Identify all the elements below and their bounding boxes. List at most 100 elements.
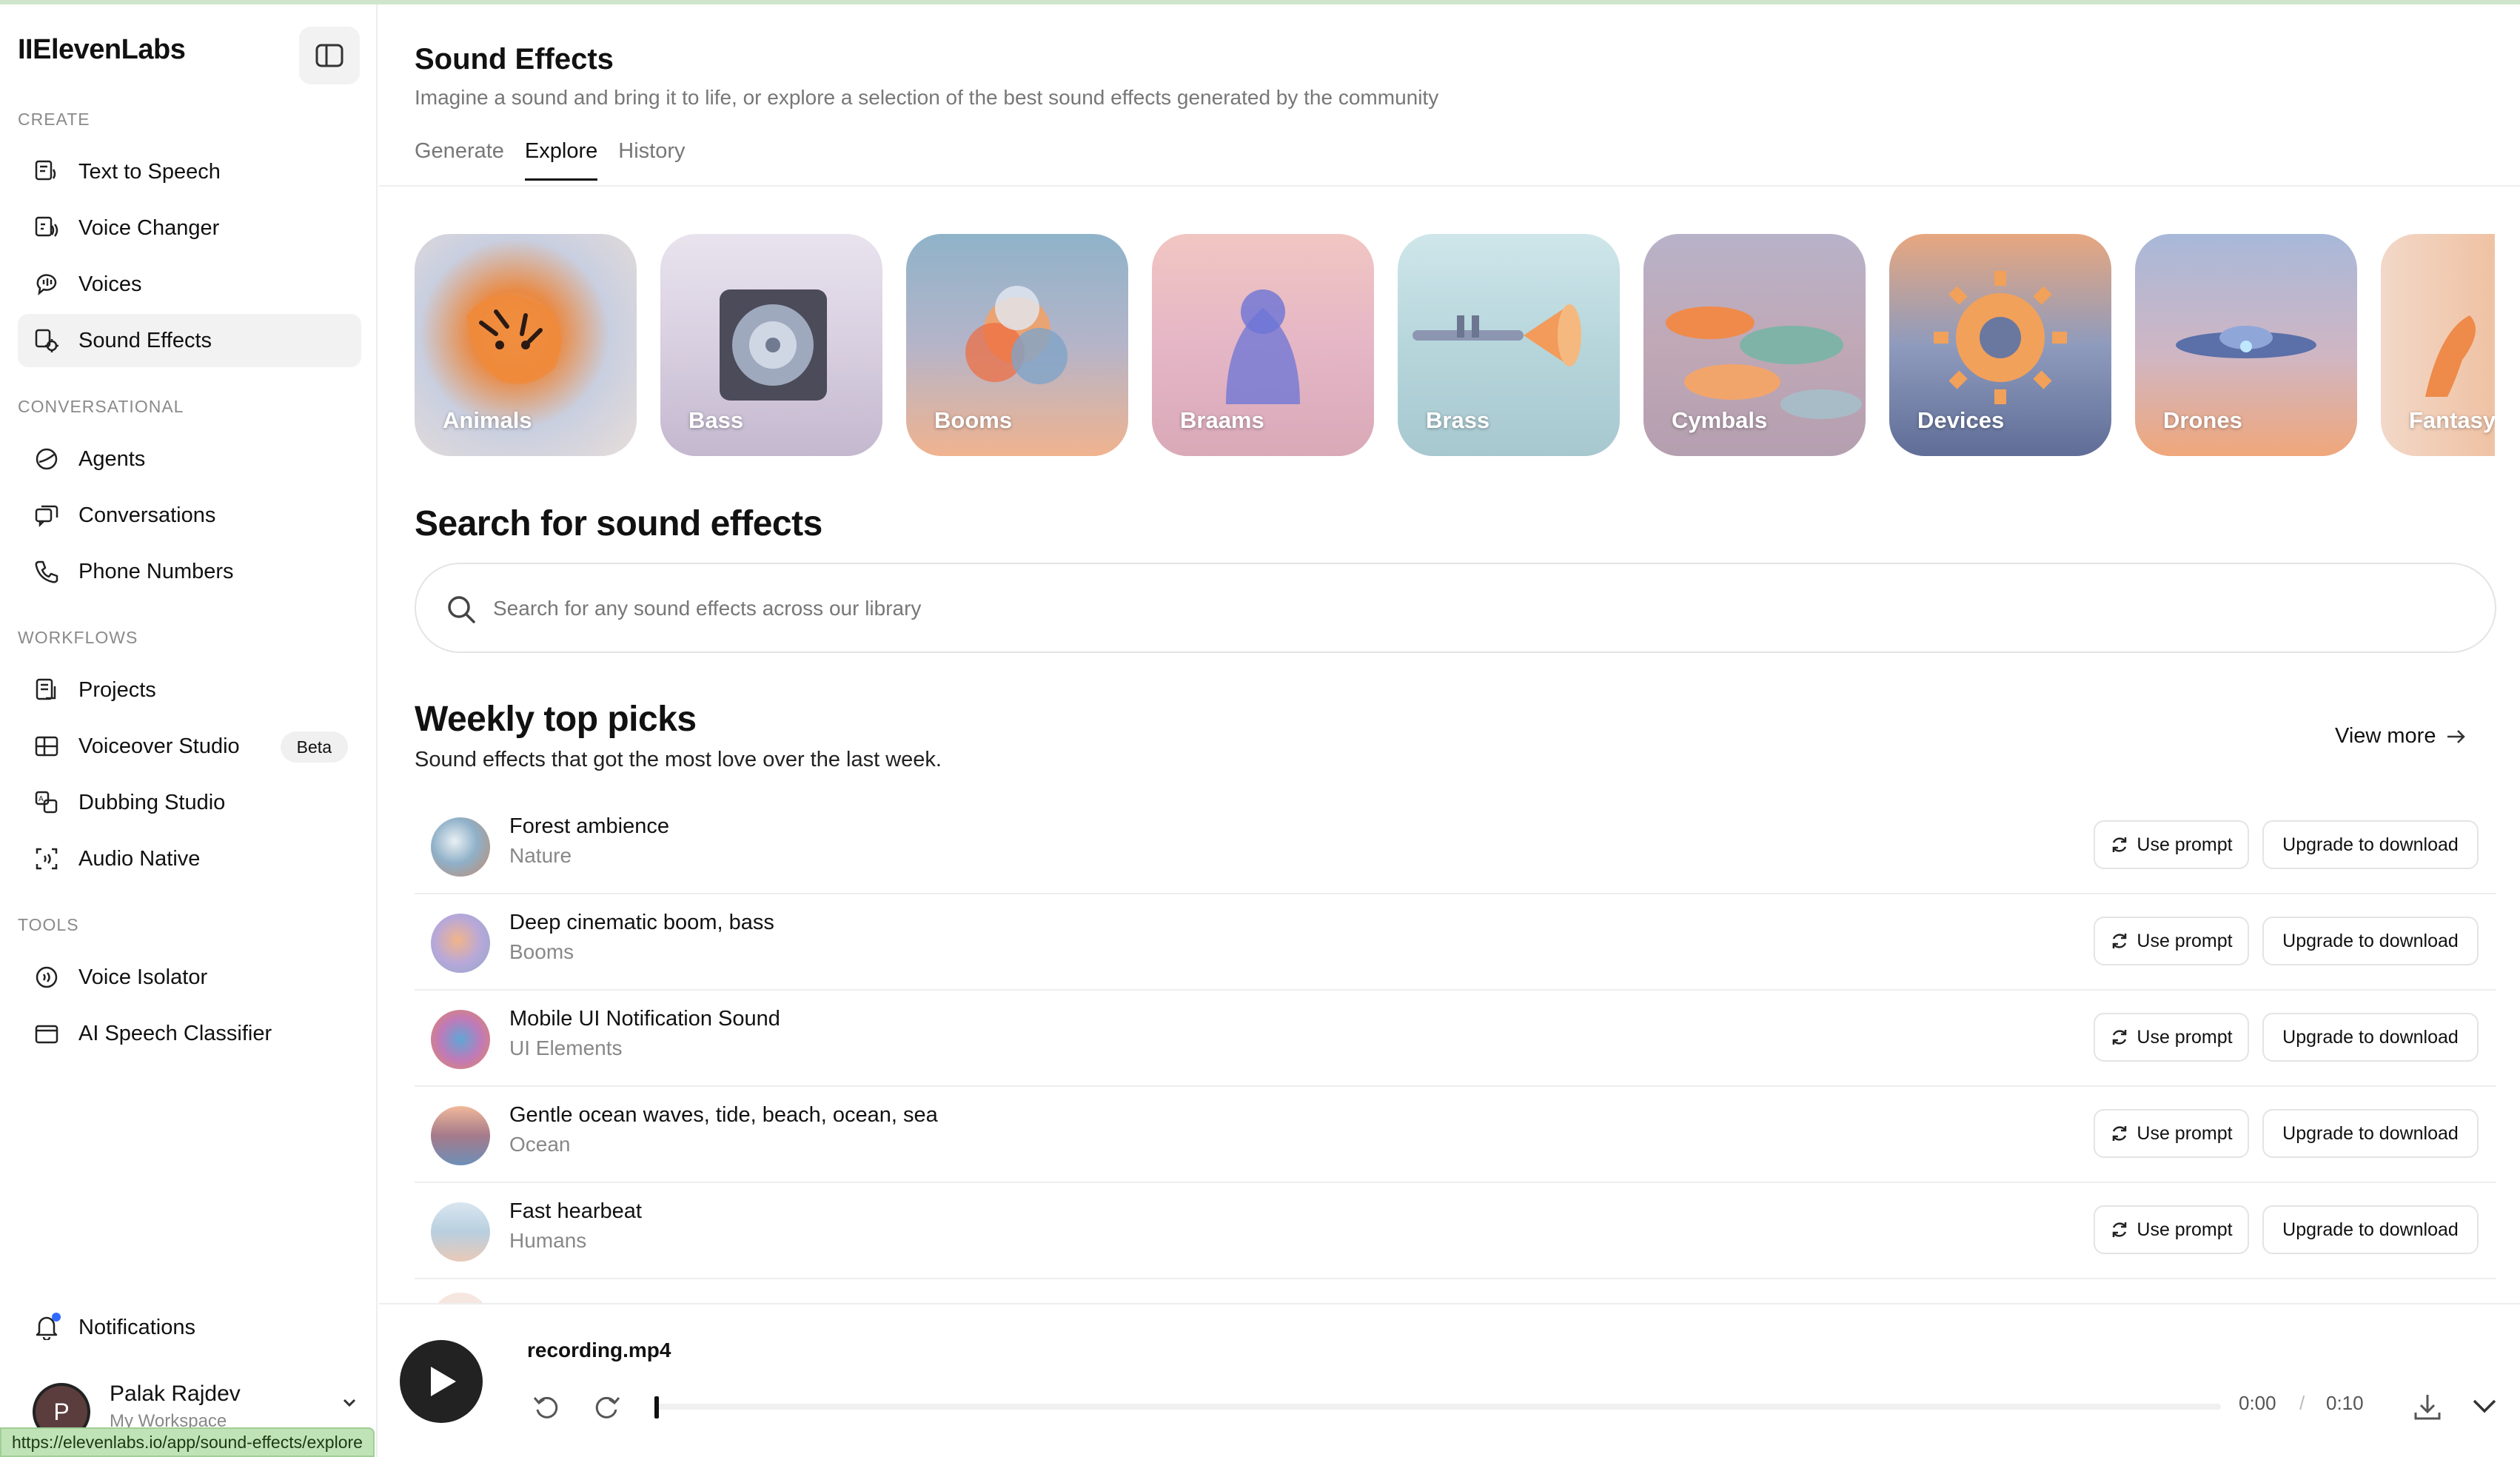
- refresh-icon: [2113, 837, 2127, 852]
- list-item[interactable]: Forest ambience Nature Use prompt Upgrad…: [415, 798, 2496, 894]
- upgrade-to-download-button[interactable]: Upgrade to download: [2262, 1013, 2479, 1062]
- text-to-speech-icon: [33, 158, 61, 186]
- top-loading-line: [0, 0, 2520, 4]
- search-icon: [448, 596, 475, 623]
- use-prompt-label: Use prompt: [2137, 834, 2233, 855]
- use-prompt-button[interactable]: Use prompt: [2094, 1013, 2249, 1062]
- sound-title: Forest ambience: [509, 814, 669, 838]
- sidebar-item-audio-native[interactable]: Audio Native: [18, 832, 361, 885]
- sidebar-item-label: Voices: [78, 272, 142, 296]
- rewind-10-icon[interactable]: [532, 1392, 561, 1421]
- weekly-top-picks-title: Weekly top picks: [415, 700, 697, 739]
- page-subtitle: Imagine a sound and bring it to life, or…: [415, 86, 1439, 109]
- upgrade-to-download-button[interactable]: Upgrade to download: [2262, 917, 2479, 965]
- use-prompt-button[interactable]: Use prompt: [2094, 1109, 2249, 1158]
- tabs-divider: [379, 185, 2520, 187]
- category-card-drones[interactable]: Drones: [2135, 234, 2357, 456]
- sidebar-item-label: Phone Numbers: [78, 559, 234, 583]
- category-card-animals[interactable]: Animals: [415, 234, 637, 456]
- list-item[interactable]: Deep cinematic boom, bass Booms Use prom…: [415, 894, 2496, 991]
- sidebar-item-voices[interactable]: Voices: [18, 258, 361, 311]
- chevron-down-icon: [343, 1399, 356, 1407]
- sidebar-item-label: Projects: [78, 677, 156, 702]
- use-prompt-button[interactable]: Use prompt: [2094, 820, 2249, 869]
- sidebar-item-sound-effects[interactable]: Sound Effects: [18, 314, 361, 367]
- current-time: 0:00: [2239, 1392, 2276, 1414]
- list-item[interactable]: Mobile UI Notification Sound UI Elements…: [415, 991, 2496, 1087]
- category-label: Drones: [2163, 407, 2242, 433]
- chevron-down-icon[interactable]: [2470, 1392, 2499, 1421]
- category-card-fantasy[interactable]: Fantasy: [2381, 234, 2495, 456]
- download-icon[interactable]: [2412, 1392, 2443, 1423]
- sidebar-item-text-to-speech[interactable]: Text to Speech: [18, 145, 361, 198]
- tab-history[interactable]: History: [618, 139, 685, 181]
- forward-10-icon[interactable]: [592, 1392, 622, 1421]
- category-card-devices[interactable]: Devices: [1889, 234, 2111, 456]
- tab-explore[interactable]: Explore: [524, 139, 598, 181]
- sidebar-item-label: Voiceover Studio: [78, 734, 240, 758]
- tab-generate[interactable]: Generate: [415, 139, 504, 181]
- collapse-sidebar-button[interactable]: [299, 27, 360, 84]
- refresh-icon: [2113, 934, 2127, 948]
- classifier-icon: [33, 1019, 61, 1048]
- upgrade-to-download-button[interactable]: Upgrade to download: [2262, 1109, 2479, 1158]
- category-card-booms[interactable]: Booms: [906, 234, 1128, 456]
- category-label: Cymbals: [1672, 407, 1768, 433]
- use-prompt-button[interactable]: Use prompt: [2094, 917, 2249, 965]
- category-label: Braams: [1180, 407, 1264, 433]
- sound-category: Booms: [509, 940, 574, 963]
- view-more-link[interactable]: View more: [2335, 724, 2467, 748]
- section-label-workflows: WORKFLOWS: [18, 628, 138, 647]
- view-more-label: View more: [2335, 724, 2436, 748]
- search-input[interactable]: [493, 586, 2418, 631]
- refresh-icon: [2113, 1222, 2127, 1237]
- sidebar-item-label: Voice Isolator: [78, 965, 208, 989]
- sound-effects-icon: [33, 326, 61, 355]
- logo[interactable]: IIElevenLabs: [18, 34, 186, 66]
- category-label: Devices: [1917, 407, 2005, 433]
- sidebar-item-label: Agents: [78, 446, 146, 471]
- voice-changer-icon: [33, 214, 61, 242]
- category-card-braams[interactable]: Braams: [1152, 234, 1374, 456]
- upgrade-to-download-button[interactable]: Upgrade to download: [2262, 820, 2479, 869]
- sound-thumbnail: [431, 817, 490, 877]
- projects-icon: [33, 676, 61, 704]
- use-prompt-label: Use prompt: [2137, 1122, 2233, 1144]
- category-card-brass[interactable]: Brass: [1398, 234, 1620, 456]
- list-item[interactable]: Fast hearbeat Humans Use prompt Upgrade …: [415, 1183, 2496, 1279]
- sidebar-item-voice-changer[interactable]: Voice Changer: [18, 201, 361, 255]
- category-card-bass[interactable]: Bass: [660, 234, 882, 456]
- progress-track[interactable]: [654, 1404, 2221, 1410]
- audio-native-icon: [33, 845, 61, 873]
- sound-category: Nature: [509, 844, 572, 867]
- top-picks-list: Forest ambience Nature Use prompt Upgrad…: [415, 798, 2496, 1309]
- sidebar-item-conversations[interactable]: Conversations: [18, 489, 361, 542]
- sidebar-item-dubbing-studio[interactable]: A Dubbing Studio: [18, 776, 361, 829]
- sidebar-item-agents[interactable]: Agents: [18, 432, 361, 486]
- refresh-icon: [2113, 1126, 2127, 1141]
- category-label: Fantasy: [2409, 407, 2495, 433]
- sidebar-item-projects[interactable]: Projects: [18, 663, 361, 717]
- progress-handle[interactable]: [654, 1396, 659, 1419]
- list-item[interactable]: Gentle ocean waves, tide, beach, ocean, …: [415, 1087, 2496, 1183]
- sidebar-item-voice-isolator[interactable]: Voice Isolator: [18, 951, 361, 1004]
- sidebar-item-phone-numbers[interactable]: Phone Numbers: [18, 545, 361, 598]
- search-box: [415, 563, 2496, 653]
- sidebar-item-label: Audio Native: [78, 846, 201, 871]
- sound-title: Mobile UI Notification Sound: [509, 1007, 780, 1031]
- sidebar-item-ai-speech-classifier[interactable]: AI Speech Classifier: [18, 1007, 361, 1060]
- category-label: Brass: [1426, 407, 1490, 433]
- notifications-button[interactable]: Notifications: [18, 1304, 195, 1351]
- sidebar: IIElevenLabs CREATE Text to Speech Voice…: [0, 4, 378, 1457]
- notifications-label: Notifications: [78, 1315, 195, 1339]
- play-button[interactable]: [400, 1340, 483, 1423]
- category-card-cymbals[interactable]: Cymbals: [1643, 234, 1866, 456]
- upgrade-to-download-button[interactable]: Upgrade to download: [2262, 1205, 2479, 1254]
- conversations-icon: [33, 501, 61, 529]
- use-prompt-button[interactable]: Use prompt: [2094, 1205, 2249, 1254]
- sound-title: Fast hearbeat: [509, 1199, 642, 1223]
- category-label: Animals: [443, 407, 532, 433]
- weekly-top-picks-subtitle: Sound effects that got the most love ove…: [415, 748, 942, 771]
- dubbing-studio-icon: A: [33, 788, 61, 817]
- sidebar-item-voiceover-studio[interactable]: Voiceover Studio Beta: [18, 720, 361, 773]
